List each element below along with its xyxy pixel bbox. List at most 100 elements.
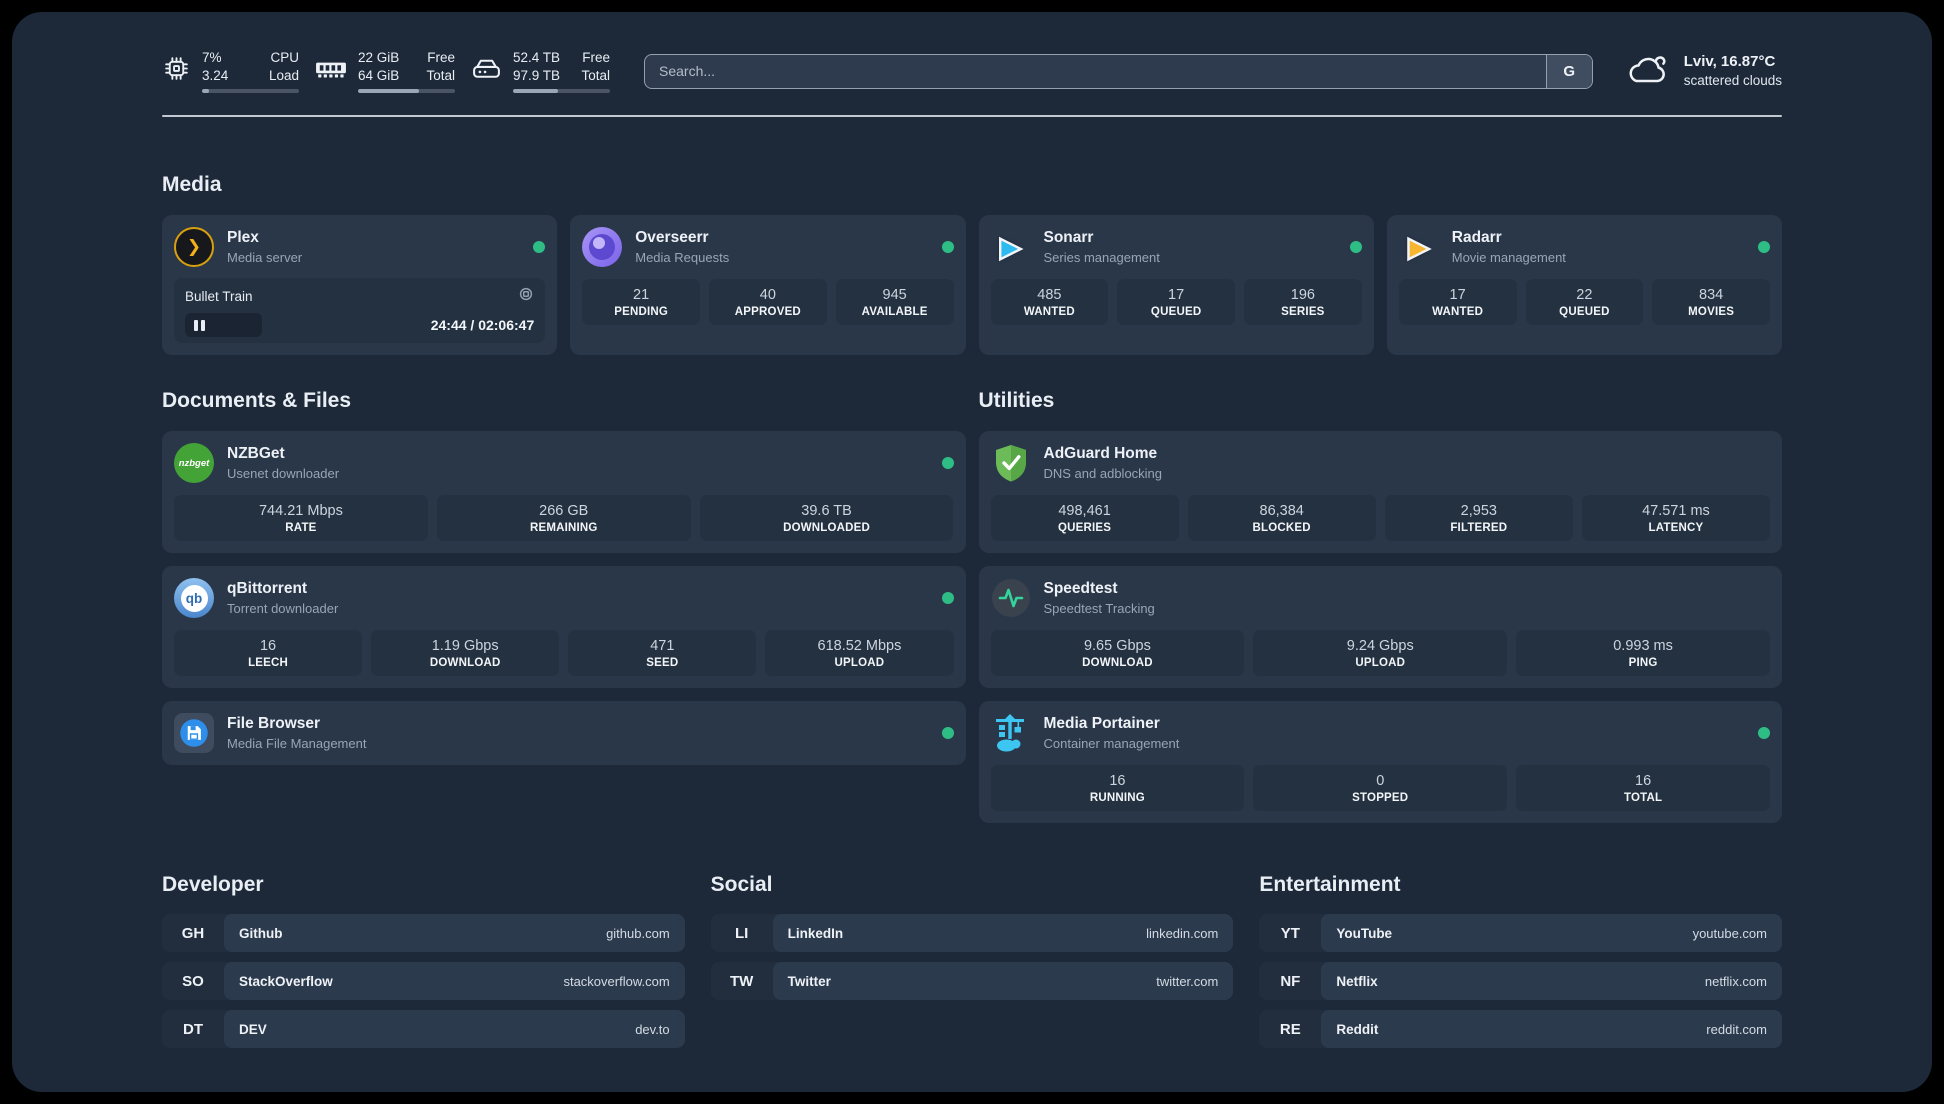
bookmark-netflix[interactable]: NF Netflix netflix.com: [1259, 962, 1782, 1000]
app-subtitle: Usenet downloader: [227, 465, 340, 481]
stat-stopped: 0 STOPPED: [1253, 765, 1508, 811]
stat-wanted: 17 WANTED: [1398, 279, 1517, 325]
bookmark-abbr: NF: [1280, 972, 1301, 990]
filebrowser-icon: [174, 713, 214, 753]
stat-wanted: 485 WANTED: [990, 279, 1109, 325]
radarr-icon: ▶: [1407, 231, 1430, 262]
weather-widget[interactable]: Lviv, 16.87°C scattered clouds: [1625, 52, 1782, 91]
app-subtitle: DNS and adblocking: [1043, 465, 1163, 481]
qbittorrent-icon: qb: [174, 578, 214, 618]
app-subtitle: Torrent downloader: [227, 600, 339, 616]
cpu-icon: [162, 54, 191, 88]
app-card-filebrowser[interactable]: File Browser Media File Management: [162, 701, 966, 765]
app-title: File Browser: [227, 715, 321, 733]
bookmark-abbr: RE: [1279, 1020, 1301, 1038]
bookmark-abbr: YT: [1280, 924, 1300, 942]
app-title: Sonarr: [1043, 229, 1094, 247]
header-divider: [162, 115, 1782, 117]
stat-pending: 21 PENDING: [582, 279, 700, 325]
app-card-plex[interactable]: ❯ Plex Media server Bullet Train 24:44 /…: [162, 215, 558, 355]
bookmark-name: DEV: [239, 1021, 267, 1037]
bookmark-linkedin[interactable]: LI LinkedIn linkedin.com: [710, 914, 1234, 952]
stat-upload: 9.24 Gbps UPLOAD: [1253, 630, 1508, 676]
pause-icon[interactable]: [194, 319, 205, 331]
app-title: Overseerr: [635, 229, 709, 247]
playback-progress[interactable]: 24:44 / 02:06:47: [174, 313, 545, 337]
status-dot: [941, 457, 954, 469]
section-title-social: Social: [710, 873, 773, 896]
bookmark-url: youtube.com: [1692, 925, 1767, 941]
dashboard-panel: 7% 3.24 CPU Load 22 GiB 64 GiB Free Tota…: [12, 12, 1932, 1092]
cpu-labels: CPU Load: [268, 49, 299, 83]
status-dot: [941, 727, 954, 739]
bookmark-reddit[interactable]: RE Reddit reddit.com: [1259, 1010, 1782, 1048]
bookmark-url: stackoverflow.com: [563, 973, 670, 989]
bookmark-github[interactable]: GH Github github.com: [162, 914, 685, 952]
app-title: AdGuard Home: [1043, 445, 1158, 463]
ram-labels: Free Total: [426, 49, 455, 83]
bookmark-name: Netflix: [1336, 973, 1378, 989]
status-dot: [1758, 241, 1770, 253]
stat-queries: 498,461 QUERIES: [990, 495, 1179, 541]
cloud-icon: [1625, 52, 1671, 91]
bookmark-dev[interactable]: DT DEV dev.to: [162, 1010, 685, 1048]
app-subtitle: Container management: [1043, 735, 1180, 751]
bookmark-twitter[interactable]: TW Twitter twitter.com: [710, 962, 1234, 1000]
adguard-icon: [991, 443, 1031, 483]
search-input[interactable]: [644, 53, 1593, 89]
app-card-overseerr[interactable]: Overseerr Media Requests 21 PENDING 40 A…: [570, 215, 966, 355]
search-engine-button[interactable]: G: [1545, 54, 1592, 88]
stat-seed: 471 SEED: [568, 630, 757, 676]
portainer-icon: [991, 713, 1031, 753]
disk-labels: Free Total: [581, 49, 610, 83]
bookmark-name: Twitter: [787, 973, 831, 989]
app-card-qbittorrent[interactable]: qb qBittorrent Torrent downloader 16 LEE…: [162, 566, 966, 688]
stat-upload: 618.52 Mbps UPLOAD: [765, 630, 954, 676]
nzbget-icon: nzbget: [174, 443, 214, 483]
app-card-nzbget[interactable]: nzbget NZBGet Usenet downloader 744.21 M…: [162, 431, 966, 553]
app-title: Media Portainer: [1043, 715, 1160, 733]
section-title-media: Media: [162, 173, 222, 196]
app-subtitle: Media Requests: [635, 249, 730, 265]
app-card-portainer[interactable]: Media Portainer Container management 16 …: [978, 701, 1782, 823]
system-resources: 7% 3.24 CPU Load 22 GiB 64 GiB Free Tota…: [162, 49, 610, 94]
stat-remaining: 266 GB REMAINING: [436, 495, 691, 541]
bookmark-url: twitter.com: [1156, 973, 1219, 989]
app-subtitle: Media server: [227, 249, 303, 265]
bookmark-stackoverflow[interactable]: SO StackOverflow stackoverflow.com: [162, 962, 685, 1000]
bookmark-name: StackOverflow: [239, 973, 333, 989]
top-bar: 7% 3.24 CPU Load 22 GiB 64 GiB Free Tota…: [162, 42, 1782, 100]
gear-icon[interactable]: [518, 286, 534, 307]
app-subtitle: Media File Management: [227, 735, 367, 751]
app-card-sonarr[interactable]: ▶ Sonarr Series management 485 WANTED 17: [978, 215, 1374, 355]
bookmark-url: reddit.com: [1706, 1021, 1767, 1037]
app-card-speedtest[interactable]: Speedtest Speedtest Tracking 9.65 Gbps D…: [978, 566, 1782, 688]
weather-condition: scattered clouds: [1683, 73, 1782, 89]
cpu-widget: 7% 3.24 CPU Load: [162, 49, 299, 94]
app-card-adguard[interactable]: AdGuard Home DNS and adblocking 498,461 …: [978, 431, 1782, 553]
app-subtitle: Movie management: [1451, 249, 1566, 265]
stat-downloaded: 39.6 TB DOWNLOADED: [699, 495, 954, 541]
sonarr-icon: ▶: [999, 231, 1022, 262]
stat-ping: 0.993 ms PING: [1516, 630, 1770, 676]
stat-queued: 17 QUEUED: [1117, 279, 1235, 325]
stat-latency: 47.571 ms LATENCY: [1581, 495, 1770, 541]
bookmarks-developer: Developer GH Github github.com SO StackO…: [162, 873, 685, 1048]
bookmark-abbr: SO: [182, 972, 204, 990]
status-dot: [941, 241, 954, 253]
bookmark-name: Reddit: [1336, 1021, 1379, 1037]
stat-download: 1.19 Gbps DOWNLOAD: [371, 630, 560, 676]
bookmark-abbr: LI: [734, 924, 749, 942]
bookmark-abbr: GH: [181, 924, 205, 942]
stat-queued: 22 QUEUED: [1525, 279, 1644, 325]
ram-icon: [315, 57, 347, 86]
bookmark-youtube[interactable]: YT YouTube youtube.com: [1259, 914, 1782, 952]
app-card-radarr[interactable]: ▶ Radarr Movie management 17 WANTED 22 Q…: [1386, 215, 1782, 355]
search-bar: G: [644, 53, 1593, 89]
disk-values: 52.4 TB 97.9 TB: [513, 49, 561, 83]
app-title: Radarr: [1451, 229, 1502, 247]
stat-running: 16 RUNNING: [990, 765, 1245, 811]
playback-time: 24:44 / 02:06:47: [430, 317, 535, 333]
stat-movies: 834 MOVIES: [1652, 279, 1770, 325]
app-subtitle: Speedtest Tracking: [1043, 600, 1155, 616]
